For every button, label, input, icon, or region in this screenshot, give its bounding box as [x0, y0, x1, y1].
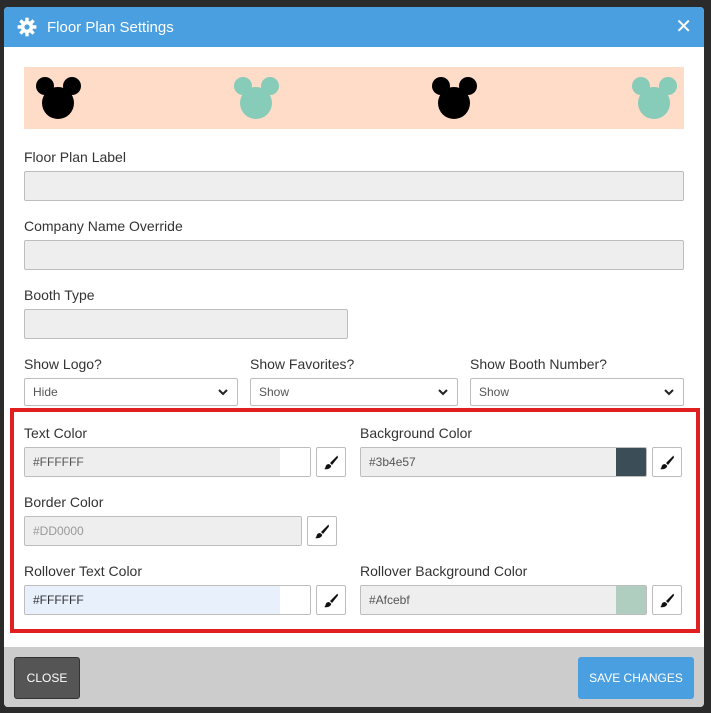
- rollover-text-color-input[interactable]: #FFFFFF: [24, 585, 311, 615]
- text-color-picker-button[interactable]: [316, 447, 346, 477]
- booth-type-label: Booth Type: [24, 287, 95, 303]
- background-color-swatch: [616, 448, 646, 476]
- rollover-text-color-label: Rollover Text Color: [24, 563, 143, 579]
- booth-preview-banner: [24, 67, 684, 129]
- text-color-label: Text Color: [24, 425, 88, 441]
- show-favorites-value: Show: [259, 385, 290, 399]
- rollover-background-color-picker-button[interactable]: [652, 585, 682, 615]
- booth-type-input[interactable]: [24, 309, 348, 339]
- border-color-label: Border Color: [24, 494, 104, 510]
- paintbrush-icon: [660, 455, 674, 470]
- show-booth-number-select[interactable]: Show: [470, 378, 684, 406]
- background-color-picker-button[interactable]: [652, 447, 682, 477]
- background-color-value: #3b4e57: [361, 448, 616, 476]
- gear-icon: [16, 16, 38, 38]
- background-color-label: Background Color: [360, 425, 473, 441]
- chevron-down-icon: [218, 389, 228, 396]
- dialog-title: Floor Plan Settings: [47, 18, 174, 36]
- paintbrush-icon: [660, 593, 674, 608]
- background-color-input[interactable]: #3b4e57: [360, 447, 647, 477]
- mouse-logo-icon: [626, 77, 677, 122]
- chevron-down-icon: [438, 389, 448, 396]
- border-color-placeholder: #DD0000: [25, 517, 271, 545]
- save-changes-button[interactable]: SAVE CHANGES: [578, 657, 694, 699]
- show-logo-select[interactable]: Hide: [24, 378, 238, 406]
- rollover-text-color-value: #FFFFFF: [25, 586, 280, 614]
- mouse-logo-icon: [228, 77, 279, 122]
- company-name-override-label: Company Name Override: [24, 218, 183, 234]
- paintbrush-icon: [324, 593, 338, 608]
- floor-plan-settings-dialog: Floor Plan Settings ✕ Floor Plan Label C…: [4, 7, 704, 707]
- rollover-background-color-input[interactable]: #Afcebf: [360, 585, 647, 615]
- rollover-background-color-value: #Afcebf: [361, 586, 616, 614]
- mouse-logo-icon: [426, 77, 477, 122]
- chevron-down-icon: [664, 389, 674, 396]
- floor-plan-label-input[interactable]: [24, 171, 684, 201]
- border-color-swatch: [271, 517, 301, 545]
- dialog-footer: CLOSE SAVE CHANGES: [4, 647, 704, 707]
- close-button[interactable]: CLOSE: [14, 657, 80, 699]
- paintbrush-icon: [315, 524, 329, 539]
- show-booth-number-value: Show: [479, 385, 510, 399]
- border-color-picker-button[interactable]: [307, 516, 337, 546]
- show-logo-label: Show Logo?: [24, 356, 102, 372]
- close-icon[interactable]: ✕: [675, 17, 692, 37]
- text-color-swatch: [280, 448, 310, 476]
- show-logo-value: Hide: [33, 385, 58, 399]
- show-booth-number-label: Show Booth Number?: [470, 356, 607, 372]
- rollover-background-color-label: Rollover Background Color: [360, 563, 528, 579]
- text-color-value: #FFFFFF: [25, 448, 280, 476]
- dialog-header: Floor Plan Settings ✕: [4, 7, 704, 47]
- company-name-override-input[interactable]: [24, 240, 684, 270]
- floor-plan-label-label: Floor Plan Label: [24, 149, 126, 165]
- rollover-text-color-picker-button[interactable]: [316, 585, 346, 615]
- mouse-logo-icon: [30, 77, 81, 122]
- show-favorites-label: Show Favorites?: [250, 356, 355, 372]
- text-color-input[interactable]: #FFFFFF: [24, 447, 311, 477]
- rollover-background-color-swatch: [616, 586, 646, 614]
- paintbrush-icon: [324, 455, 338, 470]
- rollover-text-color-swatch: [280, 586, 310, 614]
- show-favorites-select[interactable]: Show: [250, 378, 458, 406]
- border-color-input[interactable]: #DD0000: [24, 516, 302, 546]
